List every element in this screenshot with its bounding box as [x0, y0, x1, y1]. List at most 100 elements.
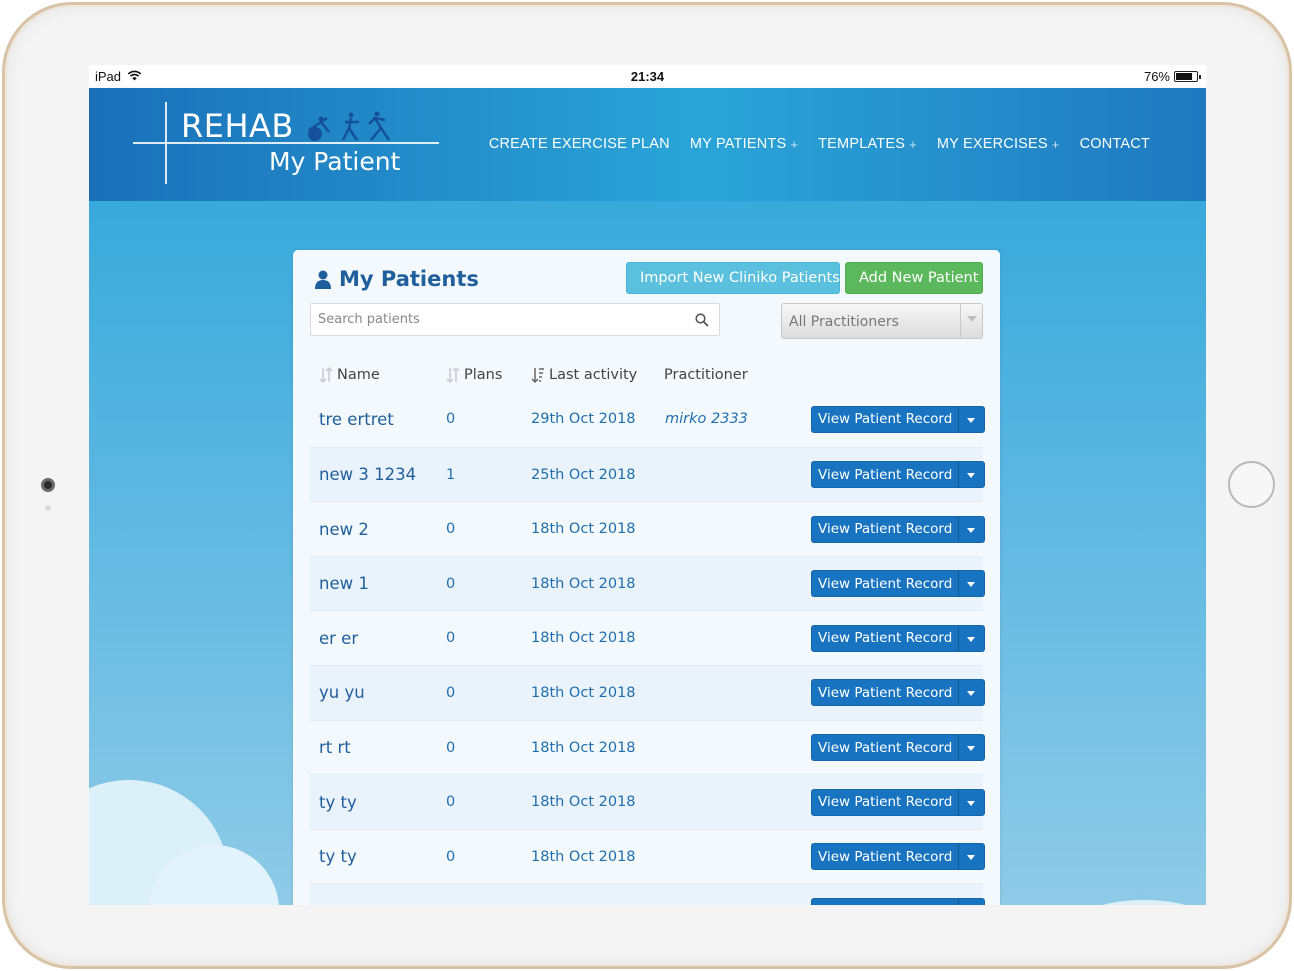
- column-header-plans[interactable]: Plans: [446, 367, 502, 383]
- add-patient-button[interactable]: Add New Patient: [845, 262, 983, 294]
- nav-my-patients[interactable]: MY PATIENTS +: [690, 136, 798, 152]
- view-patient-record-button[interactable]: View Patient Record: [811, 788, 986, 816]
- row-action: View Patient Record: [811, 666, 986, 720]
- battery-percent: 76%: [1143, 69, 1170, 84]
- view-patient-record-button[interactable]: View Patient Record: [811, 405, 986, 433]
- column-header-label: Plans: [464, 367, 503, 383]
- patient-name[interactable]: yu yu: [319, 666, 365, 720]
- battery-icon: [1174, 71, 1201, 82]
- logo[interactable]: REHAB My Patient: [133, 102, 443, 184]
- caret-down-icon[interactable]: [958, 844, 984, 870]
- page-title: My Patients: [315, 267, 479, 291]
- search-box: [310, 303, 720, 336]
- view-button-label: View Patient Record: [818, 739, 953, 756]
- view-patient-record-button[interactable]: View Patient Record: [811, 679, 986, 707]
- search-input[interactable]: [311, 304, 719, 335]
- nav-my-exercises[interactable]: MY EXERCISES +: [937, 136, 1060, 152]
- caret-down-icon[interactable]: [958, 625, 984, 651]
- row-action: View Patient Record: [811, 884, 986, 905]
- patient-plans: 0: [446, 575, 456, 592]
- patient-name[interactable]: new 1: [319, 557, 369, 611]
- patient-last-activity: 18th Oct 2018: [531, 575, 636, 592]
- view-button-label: View Patient Record: [818, 411, 953, 427]
- row-action: View Patient Record: [811, 721, 986, 775]
- caret-down-icon[interactable]: [958, 680, 984, 706]
- view-button-label: View Patient Record: [818, 521, 953, 538]
- patient-name[interactable]: ty ty: [319, 830, 357, 884]
- column-header-name[interactable]: Name: [319, 367, 380, 383]
- column-header-last-activity[interactable]: Last activity: [531, 367, 637, 383]
- practitioner-select[interactable]: All Practitioners: [781, 303, 983, 339]
- import-cliniko-button[interactable]: Import New Cliniko Patients: [626, 262, 840, 294]
- nav-label: MY PATIENTS: [689, 136, 787, 152]
- caret-down-icon[interactable]: [958, 735, 984, 761]
- patient-last-activity: 18th Oct 2018: [531, 794, 636, 811]
- sort-desc-icon: [531, 368, 544, 383]
- table-row: new 1 0 18th Oct 2018 View Patient Recor…: [310, 555, 986, 611]
- patient-practitioner: mirko 2333: [665, 411, 748, 427]
- caret-down-icon[interactable]: [958, 789, 984, 815]
- main-nav: CREATE EXERCISE PLAN MY PATIENTS + TEMPL…: [489, 136, 1150, 152]
- patient-name[interactable]: rt rt: [319, 721, 351, 775]
- caret-down-icon[interactable]: [958, 571, 984, 597]
- search-icon[interactable]: [695, 313, 709, 327]
- patient-name[interactable]: ty ty: [319, 775, 357, 829]
- status-time: 21:34: [630, 69, 665, 84]
- patient-last-activity: 18th Oct 2018: [531, 521, 636, 538]
- sort-icon: [319, 367, 333, 383]
- site-header: REHAB My Patient CREATE EXERCISE PLAN MY…: [89, 88, 1206, 201]
- view-button-label: View Patient Record: [818, 794, 953, 811]
- add-button-label: Add New Patient: [859, 270, 979, 286]
- patient-name[interactable]: new 3 1234: [319, 448, 416, 502]
- plus-icon: +: [1051, 136, 1060, 152]
- page-title-text: My Patients: [339, 267, 479, 291]
- row-action: View Patient Record: [811, 611, 986, 665]
- caret-down-icon[interactable]: [958, 898, 984, 905]
- view-patient-record-button[interactable]: View Patient Record: [811, 843, 986, 871]
- view-patient-record-button[interactable]: View Patient Record: [811, 461, 986, 489]
- column-header-label: Practitioner: [664, 367, 748, 383]
- home-button[interactable]: [1228, 461, 1275, 508]
- caret-down-icon[interactable]: [958, 462, 984, 488]
- patients-panel: My Patients Import New Cliniko Patients …: [293, 250, 1000, 905]
- view-button-label: View Patient Record: [818, 630, 953, 647]
- caret-down-icon[interactable]: [958, 516, 984, 542]
- table-header: Name Plans Last activity Practitioner: [310, 362, 983, 392]
- patient-plans: 0: [446, 411, 456, 427]
- nav-label: CREATE EXERCISE PLAN: [488, 136, 670, 152]
- table-row: rt rt 0 18th Oct 2018 View Patient Recor…: [310, 719, 986, 775]
- patient-name[interactable]: tre ertret: [319, 392, 394, 446]
- nav-templates[interactable]: TEMPLATES +: [818, 136, 917, 152]
- patient-last-activity: 18th Oct 2018: [531, 848, 636, 865]
- nav-create-exercise-plan[interactable]: CREATE EXERCISE PLAN: [489, 136, 670, 152]
- view-patient-record-button[interactable]: View Patient Record: [811, 515, 986, 543]
- table-row: View Patient Record: [310, 883, 986, 905]
- view-button-label: View Patient Record: [818, 848, 953, 865]
- patient-plans: 0: [446, 521, 456, 538]
- patient-plans: 1: [446, 466, 456, 483]
- patient-last-activity: 18th Oct 2018: [531, 739, 636, 756]
- nav-contact[interactable]: CONTACT: [1080, 136, 1150, 152]
- row-action: View Patient Record: [811, 775, 986, 829]
- patient-last-activity: 25th Oct 2018: [531, 466, 636, 483]
- sort-icon: [446, 367, 460, 383]
- caret-down-icon[interactable]: [958, 406, 984, 432]
- view-patient-record-button[interactable]: View Patient Record: [811, 734, 986, 762]
- column-header-label: Last activity: [549, 367, 638, 383]
- practitioner-select-value: All Practitioners: [789, 314, 899, 330]
- nav-label: MY EXERCISES: [936, 136, 1048, 152]
- row-action: View Patient Record: [811, 448, 986, 502]
- patient-name[interactable]: new 2: [319, 502, 369, 556]
- patient-name[interactable]: er er: [319, 611, 358, 665]
- table-row: ty ty 0 18th Oct 2018 View Patient Recor…: [310, 828, 986, 884]
- view-patient-record-button[interactable]: View Patient Record: [811, 570, 986, 598]
- column-header-label: Name: [337, 367, 380, 383]
- sensor-dot: [45, 505, 51, 511]
- view-patient-record-button[interactable]: View Patient Record: [811, 624, 986, 652]
- view-button-label: View Patient Record: [818, 466, 953, 483]
- view-button-label: View Patient Record: [812, 899, 958, 905]
- patient-last-activity: 29th Oct 2018: [531, 411, 636, 427]
- column-header-practitioner: Practitioner: [664, 367, 748, 383]
- plus-icon: +: [790, 136, 799, 152]
- view-patient-record-button[interactable]: View Patient Record: [811, 897, 986, 905]
